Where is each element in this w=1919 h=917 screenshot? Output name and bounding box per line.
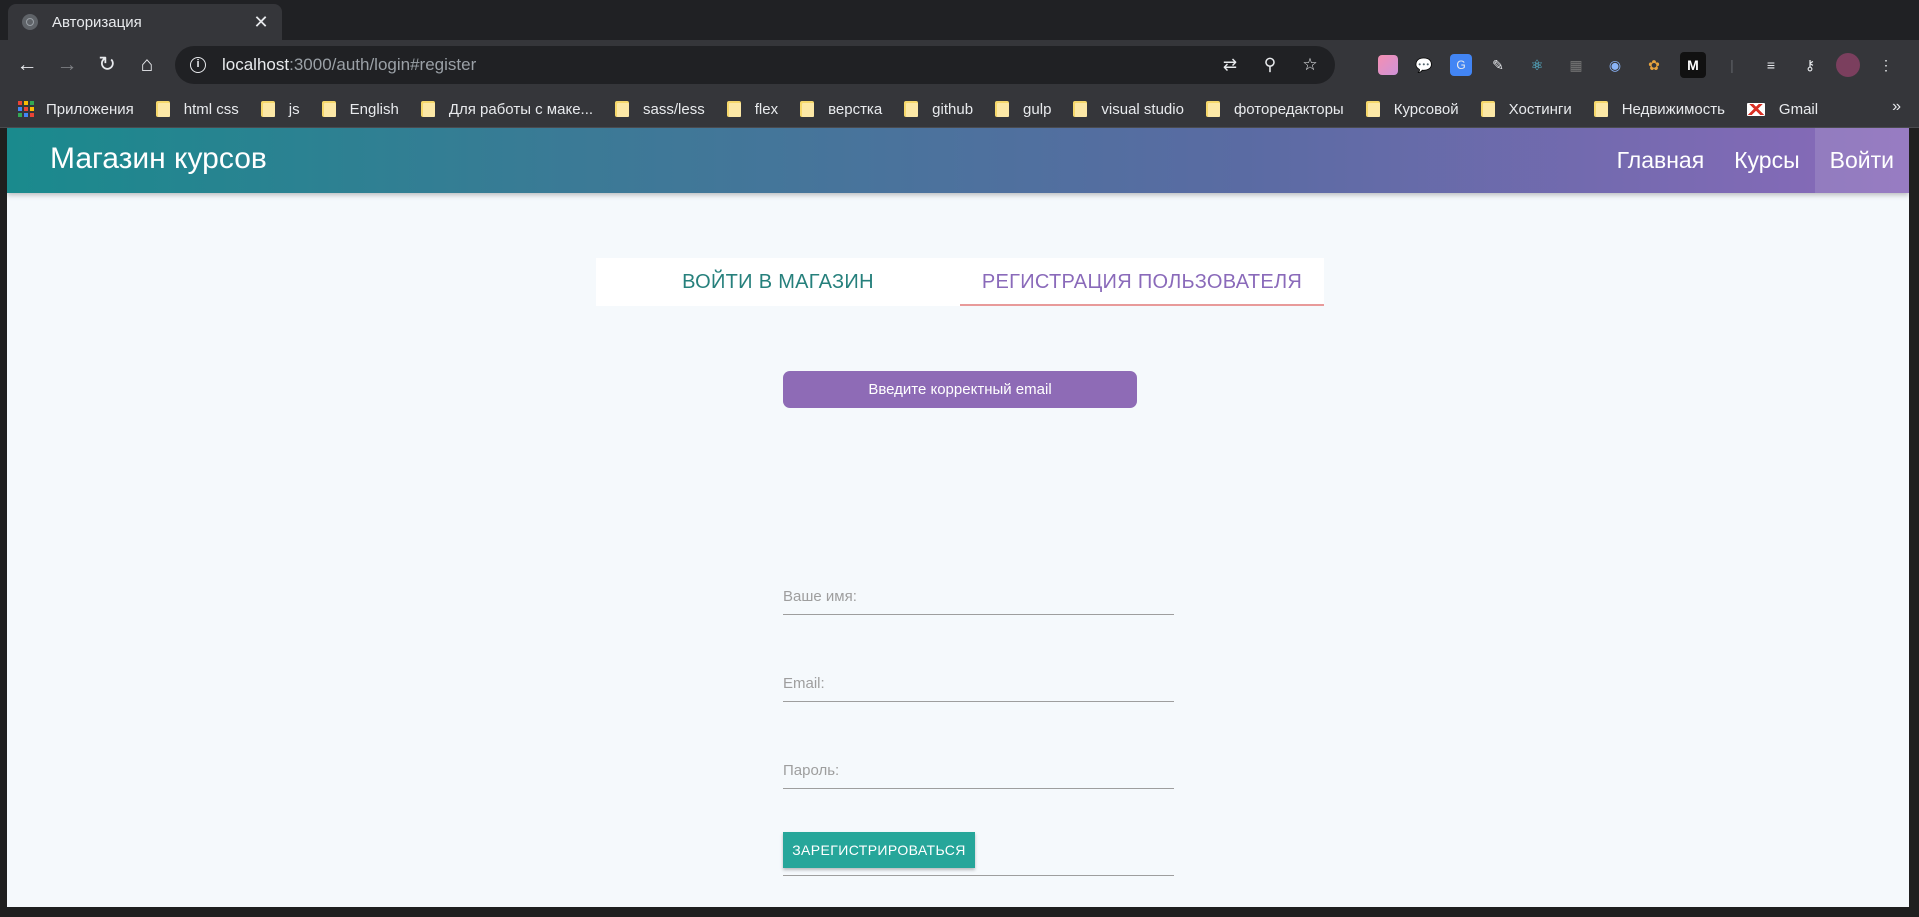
folder-icon — [1593, 101, 1608, 117]
bookmark-label: flex — [754, 100, 779, 118]
folder-icon — [321, 101, 336, 117]
bookmark-label: visual studio — [1101, 100, 1184, 118]
bookmark-label: Недвижимость — [1621, 100, 1725, 118]
tab-register[interactable]: РЕГИСТРАЦИЯ ПОЛЬЗОВАТЕЛЯ — [960, 258, 1324, 306]
tab-title: Авторизация — [52, 13, 142, 31]
bookmarks-more-icon[interactable]: » — [1892, 98, 1901, 116]
email-input[interactable] — [783, 665, 1174, 701]
bookmark-item[interactable]: English — [321, 100, 399, 118]
register-button[interactable]: ЗАРЕГИСТРИРОВАТЬСЯ — [783, 832, 975, 868]
star-icon[interactable]: ☆ — [1299, 55, 1321, 75]
bookmark-item[interactable]: Курсовой — [1365, 100, 1459, 118]
reload-button[interactable]: ↻ — [94, 52, 120, 78]
separator: | — [1730, 57, 1734, 73]
gmail-icon — [1746, 102, 1765, 116]
apps-icon — [18, 101, 34, 117]
bookmark-label: html css — [183, 100, 239, 118]
bookmark-label: Для работы с маке... — [448, 100, 594, 118]
tab-login[interactable]: ВОЙТИ В МАГАЗИН — [596, 258, 960, 306]
bookmark-label: Курсовой — [1393, 100, 1459, 118]
bookmarks-bar: Приложения html css js English Для работы с … — [0, 90, 1919, 128]
bookmark-item[interactable]: Gmail — [1746, 100, 1819, 118]
key-icon[interactable]: ⚷ — [1797, 52, 1823, 78]
home-button[interactable]: ⌂ — [134, 52, 160, 78]
bookmark-label: Приложения — [46, 100, 134, 118]
bookmark-label: English — [349, 100, 399, 118]
folder-icon — [800, 101, 815, 117]
bookmark-item[interactable]: gulp — [995, 101, 1051, 118]
bookmark-item[interactable]: visual studio — [1073, 101, 1184, 118]
bookmark-item[interactable]: Недвижимость — [1593, 100, 1725, 118]
google-translate-icon[interactable]: G — [1450, 54, 1472, 76]
auth-tabs: ВОЙТИ В МАГАЗИН РЕГИСТРАЦИЯ ПОЛЬЗОВАТЕЛЯ — [596, 258, 1324, 306]
password-field — [783, 752, 1174, 789]
folder-icon — [1073, 101, 1088, 117]
nav-link-login[interactable]: Войти — [1814, 128, 1909, 193]
bookmark-item[interactable]: Приложения — [18, 101, 134, 118]
forward-button[interactable]: → — [54, 52, 80, 78]
extension-circle-icon[interactable]: ◉ — [1602, 52, 1628, 78]
email-error-alert: Введите корректный email — [783, 371, 1137, 408]
browser-tab[interactable]: Авторизация ✕ — [8, 4, 282, 40]
bookmark-label: верстка — [828, 100, 883, 118]
address-bar[interactable]: i localhost:3000/auth/login#register ⇄ ⚲… — [175, 46, 1335, 84]
browser-toolbar: ← → ↻ ⌂ i localhost:3000/auth/login#regi… — [0, 40, 1919, 90]
bookmark-item[interactable]: html css — [155, 100, 239, 118]
folder-icon — [1480, 101, 1495, 117]
folder-icon — [420, 101, 435, 117]
extension-m-icon[interactable]: M — [1680, 52, 1706, 78]
bookmark-label: Gmail — [1778, 100, 1819, 118]
bookmark-label: фоторедакторы — [1233, 100, 1344, 118]
bookmark-label: Хостинги — [1508, 100, 1572, 118]
extension-tree-icon[interactable]: ✿ — [1641, 52, 1667, 78]
name-input[interactable] — [783, 578, 1174, 614]
bookmark-label: github — [932, 100, 974, 118]
browser-titlebar: Авторизация ✕ — [0, 0, 1919, 40]
folder-icon — [615, 101, 630, 117]
folder-icon — [1365, 101, 1380, 117]
folder-icon — [995, 101, 1010, 117]
react-devtools-icon[interactable]: ⚛ — [1524, 52, 1550, 78]
globe-icon — [22, 14, 38, 30]
media-queue-icon[interactable]: ≡ — [1758, 52, 1784, 78]
extension-chat-icon[interactable]: 💬 — [1411, 52, 1437, 78]
bookmark-item[interactable]: flex — [726, 100, 779, 118]
bookmark-label: js — [288, 100, 300, 118]
bookmark-item[interactable]: фоторедакторы — [1205, 100, 1344, 118]
zoom-icon[interactable]: ⚲ — [1259, 55, 1281, 75]
password-input[interactable] — [783, 752, 1174, 788]
email-field — [783, 665, 1174, 702]
avatar[interactable] — [1836, 53, 1860, 77]
info-icon[interactable]: i — [190, 57, 206, 73]
folder-icon — [726, 101, 741, 117]
name-field — [783, 578, 1174, 615]
extension-pen-icon[interactable]: ✎ — [1485, 52, 1511, 78]
close-tab-icon[interactable]: ✕ — [252, 12, 270, 33]
folder-icon — [1205, 101, 1220, 117]
nav-link-courses[interactable]: Курсы — [1719, 128, 1814, 193]
nav-link-home[interactable]: Главная — [1602, 128, 1720, 193]
window-edge — [1909, 128, 1919, 917]
page-viewport: Магазин курсов Главная Курсы Войти ВОЙТИ… — [7, 128, 1909, 907]
menu-icon[interactable]: ⋮ — [1873, 52, 1899, 78]
bookmark-item[interactable]: js — [260, 100, 300, 118]
translate-icon[interactable]: ⇄ — [1219, 55, 1241, 75]
bookmark-label: sass/less — [643, 100, 705, 118]
extension-color-icon[interactable] — [1378, 55, 1398, 75]
site-brand[interactable]: Магазин курсов — [50, 142, 267, 176]
bookmark-item[interactable]: Для работы с маке... — [420, 100, 594, 118]
back-button[interactable]: ← — [14, 52, 40, 78]
bookmark-label: gulp — [1023, 100, 1052, 118]
bookmark-item[interactable]: Хостинги — [1480, 100, 1572, 118]
folder-icon — [904, 101, 919, 117]
site-navbar: Магазин курсов Главная Курсы Войти — [7, 128, 1909, 193]
bookmark-item[interactable]: github — [904, 101, 973, 118]
url-text[interactable]: localhost:3000/auth/login#register — [222, 55, 476, 75]
folder-icon — [260, 101, 275, 117]
extension-grid-icon[interactable]: ▦ — [1563, 52, 1589, 78]
bookmark-item[interactable]: верстка — [800, 101, 882, 118]
folder-icon — [155, 101, 170, 117]
bookmark-item[interactable]: sass/less — [615, 101, 705, 118]
